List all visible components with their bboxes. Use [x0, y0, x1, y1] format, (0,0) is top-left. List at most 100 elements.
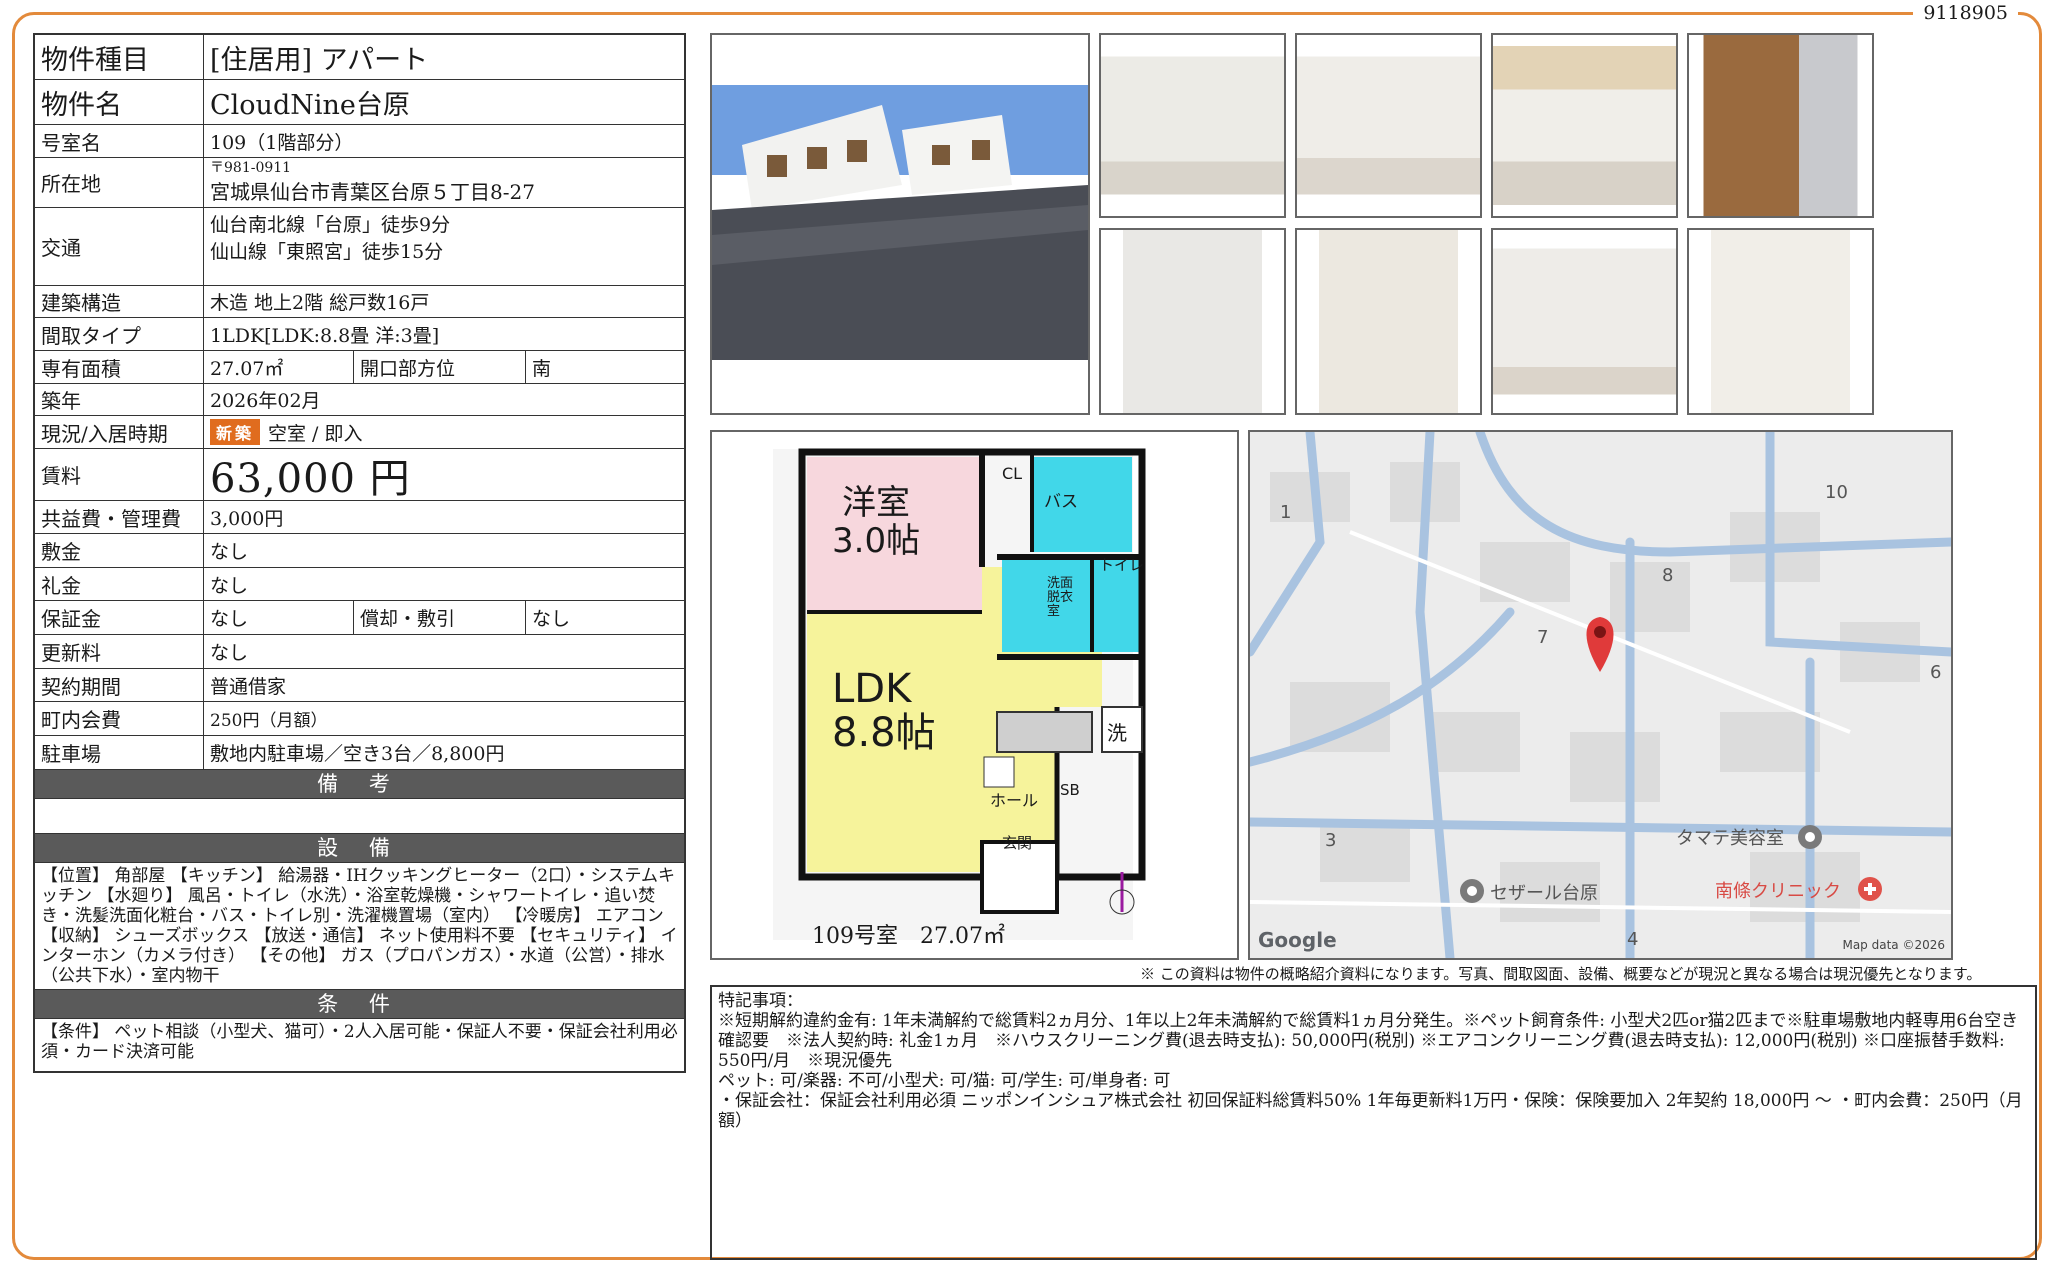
- room-photo-4[interactable]: [1687, 33, 1874, 218]
- value-keymoney: なし: [210, 574, 249, 597]
- map-label-3: 3: [1325, 830, 1337, 851]
- address-block: 〒981-0911 宮城県仙台市青葉区台原５丁目8-27: [204, 158, 684, 207]
- value-structure: 木造 地上2階 総戸数16戸: [210, 292, 430, 314]
- value-amortization: なし: [532, 608, 571, 630]
- western-room-label-block: 洋室 3.0帖: [832, 484, 920, 560]
- label-fee: 共益費・管理費: [35, 501, 204, 533]
- washroom-label: 洗面脱衣室: [1047, 576, 1074, 619]
- special-remarks: 特記事項： ※短期解約違約金有: 1年未満解約で総賃料2ヵ月分、1年以上2年未満…: [710, 985, 2037, 1260]
- remarks-line-1: ※短期解約違約金有: 1年未満解約で総賃料2ヵ月分、1年以上2年未満解約で総賃料…: [718, 1011, 2019, 1071]
- map-label-8: 8: [1662, 565, 1674, 586]
- row-parking: 駐車場 敷地内駐車場／空き3台／8,800円: [35, 736, 684, 770]
- bath-label: バス: [1044, 492, 1078, 512]
- label-property-type: 物件種目: [35, 35, 204, 79]
- row-guarantee: 保証金 なし 償却・敷引 なし: [35, 601, 684, 635]
- room-photo-1[interactable]: [1099, 33, 1286, 218]
- label-built: 築年: [35, 384, 204, 415]
- notes-box: [35, 799, 684, 834]
- transport-line-2: 仙山線「東照宮」徒歩15分: [210, 241, 444, 263]
- value-status: 空室 / 即入: [268, 422, 363, 445]
- map-label-10: 10: [1825, 482, 1848, 503]
- map-label-6: 6: [1930, 662, 1942, 683]
- label-property-name: 物件名: [35, 80, 204, 124]
- shoebox-label: SB: [1060, 781, 1080, 799]
- value-area: 27.07㎡: [204, 351, 354, 383]
- equipment-header: 設 備: [35, 834, 684, 863]
- row-fee: 共益費・管理費 3,000円: [35, 501, 684, 534]
- closet-label: CL: [1002, 464, 1023, 483]
- label-keymoney: 礼金: [35, 568, 204, 600]
- room-photo-5[interactable]: [1099, 228, 1286, 415]
- label-status: 現況/入居時期: [35, 416, 204, 448]
- row-keymoney: 礼金 なし: [35, 568, 684, 601]
- remarks-title: 特記事項：: [718, 991, 803, 1011]
- value-rent: 63,000 円: [210, 455, 411, 502]
- disclaimer-text: ※ この資料は物件の概略紹介資料になります。写真、間取図面、設備、概要などが現況…: [1140, 965, 1982, 983]
- exterior-photo[interactable]: [710, 33, 1090, 415]
- hall-label: ホール: [990, 791, 1039, 810]
- guarantee-split: なし 償却・敷引 なし: [204, 601, 684, 634]
- value-property-type: [住居用] アパート: [210, 44, 429, 76]
- map-label-1: 1: [1280, 502, 1292, 523]
- western-room-size: 3.0帖: [832, 521, 921, 561]
- ldk-label-block: LDK 8.8帖: [832, 667, 936, 755]
- poi-cesar-daihara: セザール台原: [1490, 883, 1598, 904]
- notes-header: 備 考: [35, 770, 684, 799]
- map-attribution: Map data ©2026: [1842, 938, 1945, 952]
- label-address: 所在地: [35, 158, 204, 207]
- room-photo-7[interactable]: [1491, 228, 1678, 415]
- label-area: 専有面積: [35, 351, 204, 383]
- floor-plan[interactable]: 洋室 3.0帖 CL バス トイレ 洗面脱衣室 洗 LDK 8.8帖 ホール S…: [710, 430, 1239, 960]
- poi-beauty-salon: タマテ美容室: [1676, 828, 1784, 849]
- label-transport: 交通: [35, 208, 204, 285]
- document-id: 9118905: [1913, 2, 2018, 24]
- label-amortization: 償却・敷引: [354, 601, 526, 634]
- room-photo-8[interactable]: [1687, 228, 1874, 415]
- new-build-badge: 新築: [210, 419, 261, 445]
- ldk-size: 8.8帖: [832, 710, 936, 756]
- row-transport: 交通 仙台南北線「台原」徒歩9分 仙山線「東照宮」徒歩15分: [35, 208, 684, 286]
- label-structure: 建築構造: [35, 286, 204, 317]
- room-photo-6[interactable]: [1295, 228, 1482, 415]
- row-deposit: 敷金 なし: [35, 534, 684, 568]
- conditions-text: 【条件】 ペット相談（小型犬、猫可）・2人入居可能・保証人不要・保証会社利用必須…: [41, 1022, 678, 1062]
- room-photo-2[interactable]: [1295, 33, 1482, 218]
- entrance-label: 玄関: [1002, 834, 1033, 852]
- row-property-name: 物件名 CloudNine台原: [35, 80, 684, 125]
- transport-block: 仙台南北線「台原」徒歩9分 仙山線「東照宮」徒歩15分: [204, 208, 684, 285]
- remarks-line-3: ・保証会社：保証会社利用必須 ニッポンインシュア株式会社 初回保証料総賃料50%…: [718, 1091, 2023, 1131]
- row-room: 号室名 109（1階部分）: [35, 125, 684, 158]
- western-room-label: 洋室: [842, 483, 911, 523]
- toilet-label: トイレ: [1099, 556, 1145, 574]
- row-address: 所在地 〒981-0911 宮城県仙台市青葉区台原５丁目8-27: [35, 158, 684, 208]
- row-status: 現況/入居時期 新築 空室 / 即入: [35, 416, 684, 449]
- label-contract: 契約期間: [35, 669, 204, 701]
- row-rent: 賃料 63,000 円: [35, 449, 684, 502]
- transport-line-1: 仙台南北線「台原」徒歩9分: [210, 214, 451, 236]
- row-property-type: 物件種目 [住居用] アパート: [35, 35, 684, 80]
- value-built: 2026年02月: [210, 390, 321, 412]
- row-layout: 間取タイプ 1LDK[LDK:8.8畳 洋:3畳]: [35, 318, 684, 351]
- remarks-line-2: ペット: 可/楽器: 不可/小型犬: 可/猫: 可/学生: 可/単身者: 可: [718, 1071, 1171, 1091]
- row-area: 専有面積 27.07㎡ 開口部方位 南: [35, 351, 684, 384]
- exterior-photo-drawing: [712, 35, 1088, 413]
- label-opening: 開口部方位: [354, 351, 526, 383]
- laundry-label: 洗: [1107, 721, 1127, 745]
- value-parking: 敷地内駐車場／空き3台／8,800円: [210, 743, 505, 765]
- value-fee: 3,000円: [210, 507, 284, 530]
- value-layout: 1LDK[LDK:8.8畳 洋:3畳]: [210, 324, 440, 347]
- label-rent: 賃料: [35, 449, 204, 500]
- conditions-header: 条 件: [35, 990, 684, 1019]
- label-room: 号室名: [35, 125, 204, 157]
- value-opening: 南: [532, 357, 552, 380]
- floor-plan-caption: 109号室 27.07㎡: [812, 924, 1005, 949]
- google-logo: Google: [1258, 928, 1337, 952]
- label-town-fee: 町内会費: [35, 702, 204, 735]
- location-map[interactable]: 1 10 8 7 6 3 4 タマテ美容室 セザール台原 南條クリニック Goo…: [1248, 430, 1953, 960]
- value-room: 109（1階部分）: [210, 131, 354, 154]
- postal-code: 〒981-0911: [210, 160, 292, 176]
- label-parking: 駐車場: [35, 736, 204, 769]
- area-split: 27.07㎡ 開口部方位 南: [204, 351, 684, 383]
- status-block: 新築 空室 / 即入: [204, 416, 684, 448]
- room-photo-3[interactable]: [1491, 33, 1678, 218]
